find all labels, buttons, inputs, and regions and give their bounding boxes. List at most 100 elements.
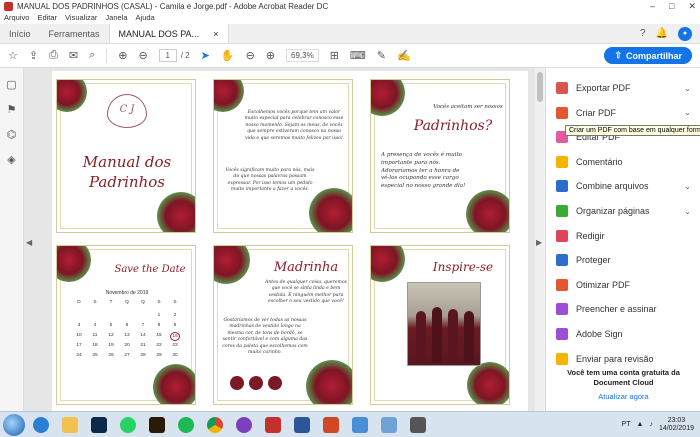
whatsapp-icon[interactable] (115, 414, 141, 436)
tab-tools[interactable]: Ferramentas (40, 24, 109, 43)
menu-arquivo[interactable]: Arquivo (4, 13, 29, 24)
card-save-the-date: Save the Date Novembro de 2019 DSTQQSS12… (56, 245, 196, 405)
tool-item[interactable]: Organizar páginas ⌄ (556, 205, 691, 217)
illustrator-icon[interactable] (144, 414, 170, 436)
chrome-icon[interactable] (202, 414, 228, 436)
sign-icon[interactable]: ✍ (397, 49, 411, 62)
maximize-button[interactable]: □ (669, 1, 674, 12)
document-view[interactable]: ◀ C J Manual dos Padrinhos Escolhemos vo… (24, 68, 535, 411)
language-indicator[interactable]: PT (622, 421, 631, 428)
tool-item[interactable]: Comentário (556, 155, 691, 168)
zoom-out-icon[interactable]: ⊖ (246, 49, 255, 62)
explorer-icon[interactable] (57, 414, 83, 436)
volume-icon[interactable]: ♪ (649, 421, 653, 428)
vertical-scrollbar[interactable]: ▶ (535, 68, 545, 411)
share-button[interactable]: ⇧ Compartilhar (604, 47, 692, 64)
media-player-icon[interactable] (231, 414, 257, 436)
network-icon[interactable]: ▲ (637, 421, 644, 428)
tab-close-icon[interactable]: × (213, 29, 218, 39)
chevron-down-icon[interactable]: ⌄ (684, 207, 691, 216)
attachments-icon[interactable]: ⌬ (7, 128, 17, 141)
start-button[interactable] (3, 413, 25, 436)
calendar-day: 7 (141, 323, 145, 328)
calculator-icon[interactable] (405, 414, 431, 436)
tool-label: Organizar páginas (576, 206, 650, 216)
upgrade-link[interactable]: Atualizar agora (556, 392, 691, 402)
close-window-button[interactable]: ✕ (688, 1, 696, 12)
bookmarks-icon[interactable]: ⚑ (7, 103, 17, 116)
keyboard-icon[interactable]: ⌨ (350, 49, 366, 62)
menu-ajuda[interactable]: Ajuda (136, 13, 155, 24)
tool-item[interactable]: Redigir (556, 229, 691, 242)
fit-page-icon[interactable]: ⊞ (330, 49, 339, 62)
tab-home[interactable]: Início (0, 24, 40, 43)
page-down-icon[interactable]: ⊖ (139, 49, 148, 62)
color-swatch (230, 376, 244, 390)
tool-item[interactable]: Adobe Sign (556, 328, 691, 340)
card-paragraph-1: Escolhemos vocês porque tem um valor mui… (244, 110, 344, 141)
color-swatches (230, 376, 282, 390)
calendar-day: 24 (76, 353, 82, 358)
tool-label: Exportar PDF (576, 83, 631, 93)
menu-editar[interactable]: Editar (37, 13, 57, 24)
powerpoint-icon[interactable] (318, 414, 344, 436)
upload-icon[interactable]: ⇪ (29, 49, 38, 62)
page-thumbnails-icon[interactable]: ▢ (6, 78, 16, 91)
notifications-icon[interactable]: 🔔 (656, 28, 668, 39)
spotify-icon[interactable] (173, 414, 199, 436)
monogram-text: C J (119, 104, 135, 115)
email-icon[interactable]: ✉ (69, 49, 78, 62)
menu-janela[interactable]: Janela (105, 13, 127, 24)
chevron-down-icon[interactable]: ⌄ (684, 108, 691, 117)
page-number-input[interactable]: 1 (158, 49, 177, 62)
tool-item[interactable]: Criar PDF ⌄ (556, 106, 691, 119)
chevron-down-icon[interactable]: ⌄ (684, 84, 691, 93)
avatar[interactable]: ● (678, 26, 692, 41)
acrobat-taskbar-icon[interactable] (260, 414, 286, 436)
zoom-in-icon[interactable]: ⊕ (266, 49, 275, 62)
word-icon[interactable] (289, 414, 315, 436)
page-navigator: 1 / 2 (158, 49, 190, 62)
card-title: Madrinha (273, 260, 339, 275)
folder-icon[interactable] (347, 414, 373, 436)
zoom-level-select[interactable]: 69,3% (286, 49, 319, 62)
tool-label: Comentário (576, 156, 623, 167)
ie-icon[interactable] (28, 414, 54, 436)
calendar-day: 17 (76, 343, 82, 348)
search-icon[interactable]: ⌕ (89, 49, 95, 62)
comment-icon[interactable]: ✎ (377, 49, 386, 62)
help-icon[interactable]: ? (640, 28, 646, 39)
calendar-day: 11 (92, 333, 98, 338)
page-up-icon[interactable]: ⊕ (118, 49, 127, 62)
print-icon[interactable]: ⎙ (49, 49, 58, 62)
tool-item[interactable]: Combine arquivos ⌄ (556, 180, 691, 193)
clock[interactable]: 23:03 14/02/2019 (659, 417, 694, 433)
tool-icon (556, 106, 568, 119)
chevron-down-icon[interactable]: ⌄ (684, 182, 691, 191)
calendar-day: 9 (173, 323, 177, 328)
layers-icon[interactable]: ◈ (7, 153, 15, 166)
tool-item[interactable]: Preencher e assinar (556, 303, 691, 316)
bookmark-star-icon[interactable]: ☆ (8, 49, 18, 62)
tools-panel: Exportar PDF ⌄ Criar PDF ⌄ Editar PDF Comentá… (545, 68, 700, 411)
hand-tool-icon[interactable]: ✋ (221, 49, 235, 62)
tool-item[interactable]: Enviar para revisão (556, 352, 691, 365)
figure (416, 311, 426, 363)
tool-item[interactable]: Otimizar PDF (556, 278, 691, 291)
photo-viewer-icon[interactable] (376, 414, 402, 436)
tool-label: Combine arquivos (576, 181, 649, 192)
collapse-left-icon[interactable]: ◀ (26, 238, 32, 247)
scrollbar-thumb[interactable] (537, 72, 543, 102)
calendar-day: 15 (156, 333, 162, 338)
card-madrinha: Madrinha Antes de qualquer coisa, querem… (213, 245, 353, 405)
minimize-button[interactable]: – (650, 1, 655, 12)
calendar-day: 27 (124, 353, 130, 358)
tab-document[interactable]: MANUAL DOS PA... × (108, 24, 229, 43)
collapse-right-icon[interactable]: ▶ (536, 238, 542, 247)
select-cursor-icon[interactable]: ➤ (201, 49, 210, 62)
photoshop-icon[interactable] (86, 414, 112, 436)
menu-visualizar[interactable]: Visualizar (65, 13, 97, 24)
window-controls: – □ ✕ (650, 1, 696, 12)
tool-item[interactable]: Exportar PDF ⌄ (556, 82, 691, 94)
tool-item[interactable]: Proteger (556, 254, 691, 267)
